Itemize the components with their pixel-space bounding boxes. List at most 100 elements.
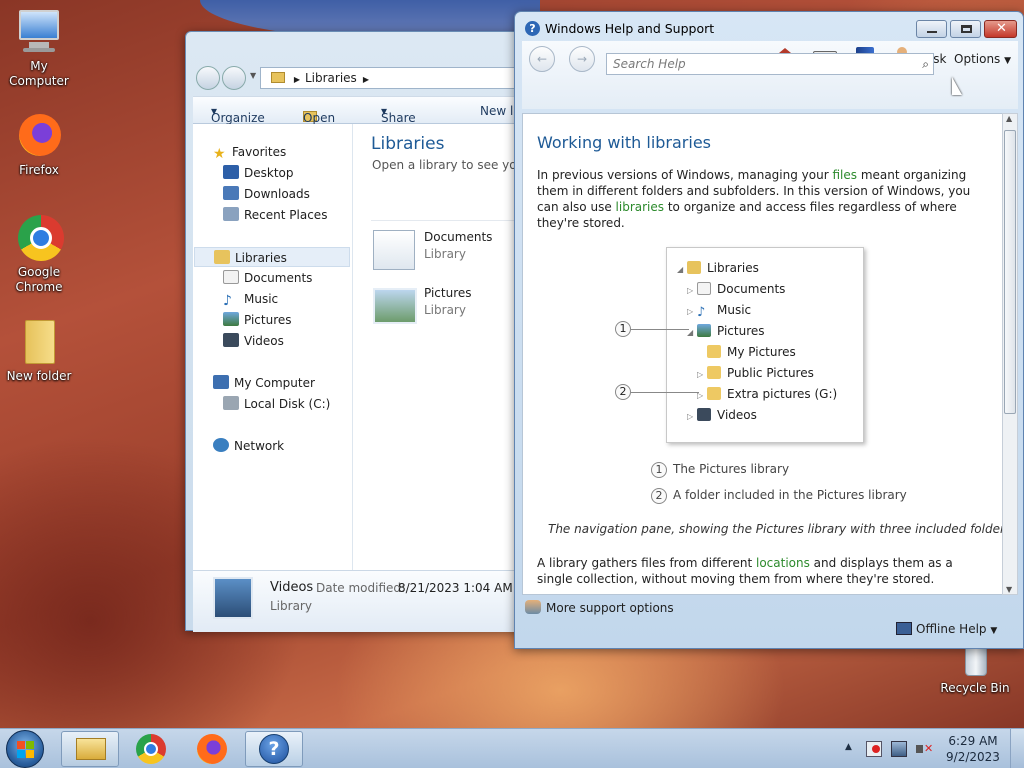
vertical-scrollbar[interactable]: ▲ ▼ (1002, 113, 1018, 595)
article-paragraph-2: A library gathers files from different l… (537, 556, 953, 586)
details-name: Videos (270, 580, 314, 595)
taskbar-explorer-button[interactable] (61, 731, 119, 767)
back-button[interactable]: ← (529, 46, 555, 72)
volume-icon[interactable]: ✕ (916, 741, 933, 757)
taskbar-chrome-button[interactable] (122, 731, 180, 767)
computer-icon (213, 375, 229, 389)
nav-downloads[interactable]: Downloads (223, 184, 310, 204)
desktop-icon-label: Recycle Bin (940, 681, 1010, 695)
libraries-icon (271, 72, 285, 83)
details-type: Library (270, 599, 312, 613)
star-icon: ★ (213, 146, 226, 162)
desktop-icon-label: Firefox (19, 163, 59, 177)
scroll-up-icon[interactable]: ▲ (1006, 114, 1012, 123)
forward-button[interactable]: → (569, 46, 595, 72)
nav-my-computer[interactable]: My Computer (213, 373, 315, 393)
nav-favorites[interactable]: ★ Favorites (213, 142, 286, 162)
forward-button[interactable] (222, 66, 246, 90)
nav-music[interactable]: ♪ Music (223, 289, 278, 309)
desktop-icon-chrome[interactable]: Google Chrome (1, 214, 77, 295)
options-menu[interactable]: Options ▼ (954, 52, 1011, 66)
more-support-options-link[interactable]: More support options (525, 600, 674, 615)
taskbar: ? ▲ ✕ 6:29 AM 9/2/2023 (0, 728, 1024, 768)
chrome-icon (15, 214, 64, 262)
network-icon[interactable] (891, 741, 907, 757)
new-library-button[interactable]: New li (480, 104, 517, 118)
tree-item: My Pictures (707, 342, 796, 363)
hard-drive-icon (223, 396, 239, 410)
clock[interactable]: 6:29 AM 9/2/2023 (944, 733, 1002, 765)
help-toolbar: ← → Ask Options ▼ (522, 41, 1018, 109)
legend-item-1: 1 The Pictures library (651, 462, 789, 478)
clock-date: 9/2/2023 (946, 750, 1000, 764)
help-article: Working with libraries In previous versi… (522, 113, 1002, 595)
nav-desktop[interactable]: Desktop (223, 163, 294, 183)
list-item-pictures[interactable]: Pictures Library (371, 282, 526, 330)
maximize-button[interactable] (950, 20, 981, 38)
link-locations[interactable]: locations (756, 556, 810, 570)
nav-libraries[interactable]: Libraries (194, 247, 350, 267)
legend-item-2: 2A folder included in the Pictures libra… (651, 488, 907, 504)
link-libraries[interactable]: libraries (616, 200, 664, 214)
show-hidden-icons-button[interactable]: ▲ (845, 742, 852, 752)
scroll-down-icon[interactable]: ▼ (1006, 585, 1012, 594)
callout-1: 1 (615, 321, 631, 337)
search-icon[interactable]: ⌕ (922, 54, 929, 74)
folder-icon (707, 387, 721, 400)
documents-icon (697, 282, 711, 295)
organize-menu[interactable]: Organize ▾ (211, 104, 265, 125)
documents-icon (223, 270, 239, 284)
taskbar-help-button[interactable]: ? (245, 731, 303, 767)
help-window[interactable]: ? Windows Help and Support ✕ ← → Ask Opt… (514, 11, 1024, 649)
desktop-icon-my-computer[interactable]: My Computer (1, 8, 77, 89)
close-icon: ✕ (996, 21, 1007, 36)
offline-help-menu[interactable]: Offline Help ▼ (896, 622, 997, 636)
minimize-button[interactable] (916, 20, 947, 38)
back-button[interactable] (196, 66, 220, 90)
desktop-icon-label: Google Chrome (15, 265, 63, 294)
support-icon (525, 600, 541, 614)
address-bar: ▼ ▶ Libraries ▶ (194, 64, 524, 90)
explorer-window[interactable]: ▼ ▶ Libraries ▶ Organize ▾ Open Share with… (185, 31, 526, 632)
desktop-icon-label: New folder (6, 369, 72, 383)
callout-line (631, 392, 699, 393)
details-date-label: Date modified: (316, 581, 406, 595)
command-bar: Organize ▾ Open Share with ▾ New li (193, 96, 526, 139)
tree-item: ▷ Videos (687, 408, 757, 422)
help-icon: ? (259, 734, 289, 764)
search-input[interactable]: Search Help ⌕ (606, 53, 934, 75)
page-subtitle: Open a library to see your f (372, 158, 526, 172)
close-button[interactable]: ✕ (984, 20, 1017, 38)
nav-local-disk[interactable]: Local Disk (C:) (223, 394, 330, 414)
action-center-icon[interactable] (866, 741, 882, 757)
desktop-icon-new-folder[interactable]: New folder (1, 318, 77, 384)
taskbar-firefox-button[interactable] (183, 731, 241, 767)
item-type: Library (424, 247, 466, 261)
share-with-menu[interactable]: Share with ▾ (381, 104, 416, 139)
folder-icon (15, 318, 63, 366)
breadcrumb[interactable]: ▶ Libraries ▶ (260, 67, 524, 89)
recycle-bin-icon (951, 648, 999, 678)
nav-pictures[interactable]: Pictures (223, 310, 292, 330)
recent-pages-icon[interactable]: ▼ (250, 71, 256, 80)
desktop-icon-recycle-bin[interactable]: Recycle Bin (937, 648, 1013, 696)
start-button[interactable] (6, 730, 44, 768)
libraries-icon (214, 250, 230, 264)
details-date-value: 8/21/2023 1:04 AM (398, 581, 513, 595)
videos-icon (697, 408, 711, 421)
list-item-documents[interactable]: Documents Library (371, 226, 526, 274)
link-files[interactable]: files (832, 168, 857, 182)
nav-network[interactable]: Network (213, 436, 284, 456)
article-title: Working with libraries (537, 133, 712, 152)
nav-documents[interactable]: Documents (223, 268, 312, 288)
breadcrumb-item[interactable]: Libraries (305, 71, 357, 85)
desktop-icon-firefox[interactable]: Firefox (1, 112, 77, 178)
nav-recent-places[interactable]: Recent Places (223, 205, 327, 225)
nav-videos[interactable]: Videos (223, 331, 284, 351)
tree-item: ▷ Extra pictures (G:) (697, 387, 838, 401)
music-icon: ♪ (223, 293, 232, 309)
firefox-icon (15, 112, 63, 160)
recent-places-icon (223, 207, 239, 221)
scrollbar-thumb[interactable] (1004, 130, 1016, 414)
show-desktop-button[interactable] (1010, 729, 1024, 768)
